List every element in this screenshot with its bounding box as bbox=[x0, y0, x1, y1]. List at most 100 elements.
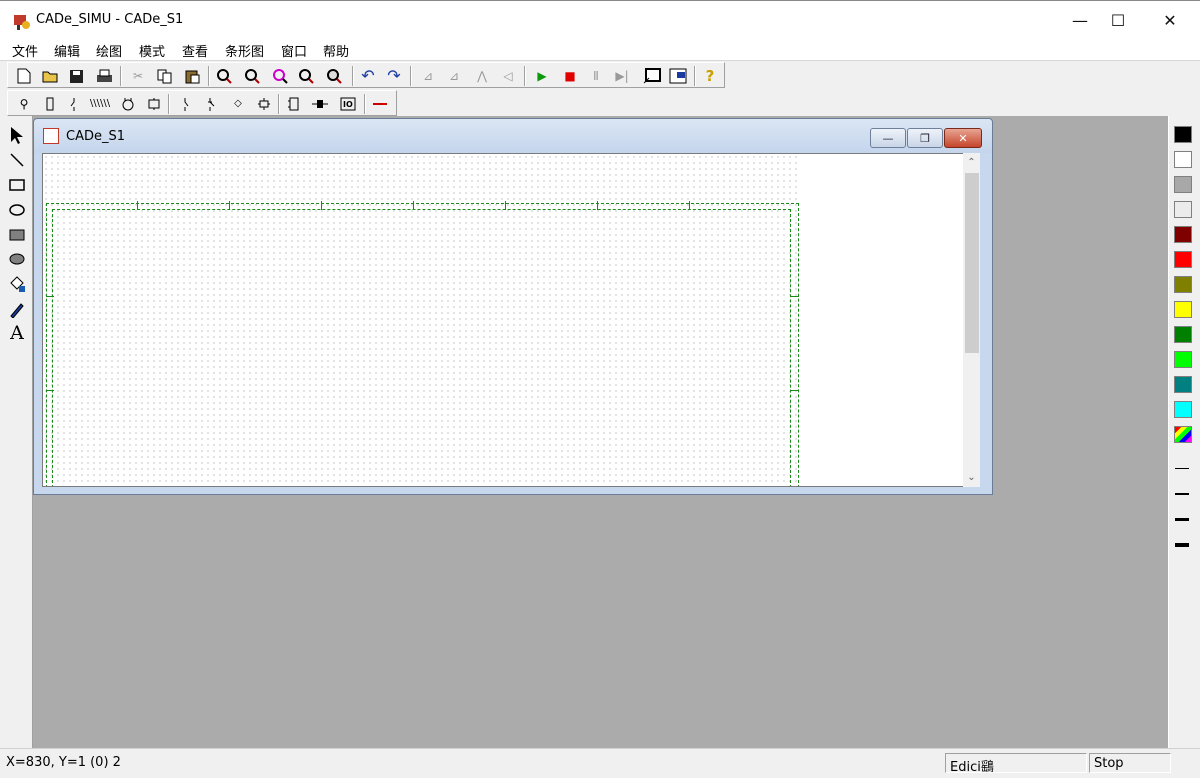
scrollbar-thumb[interactable] bbox=[965, 173, 979, 353]
menu-view[interactable]: 查看 bbox=[182, 41, 208, 60]
mirror-h-icon[interactable]: ⋀ bbox=[472, 66, 492, 86]
contact-icon[interactable] bbox=[64, 94, 84, 114]
vertical-scrollbar[interactable]: ⌃ ⌄ bbox=[963, 153, 980, 487]
minimize-button[interactable]: — bbox=[1060, 9, 1100, 33]
help-icon[interactable]: ? bbox=[700, 66, 720, 86]
color-swatch[interactable] bbox=[1174, 326, 1192, 343]
cut-icon[interactable]: ✂ bbox=[128, 66, 148, 86]
line-width-option[interactable] bbox=[1175, 468, 1189, 469]
color-swatch[interactable] bbox=[1174, 376, 1192, 393]
menu-bar-chart[interactable]: 条形图 bbox=[225, 41, 264, 60]
filled-ellipse-icon[interactable] bbox=[6, 248, 28, 270]
line-width-option[interactable] bbox=[1175, 543, 1189, 547]
pause-icon[interactable]: Ⅱ bbox=[586, 66, 606, 86]
color-swatch[interactable] bbox=[1174, 276, 1192, 293]
child-close-button[interactable]: ✕ bbox=[944, 128, 982, 148]
color-swatch[interactable] bbox=[1174, 351, 1192, 368]
plc-io-icon[interactable]: IO bbox=[338, 94, 358, 114]
color-swatch[interactable] bbox=[1174, 226, 1192, 243]
drawing-window-title: CADe_S1 bbox=[66, 129, 126, 144]
power-source-icon[interactable]: ⚲ bbox=[14, 94, 34, 114]
status-mode: Edici鷂 bbox=[945, 753, 1087, 773]
rotate-left-icon[interactable]: ⊿ bbox=[418, 66, 438, 86]
wire-icon[interactable] bbox=[370, 94, 390, 114]
custom-color-icon[interactable] bbox=[1174, 426, 1192, 443]
frame-column-mark bbox=[505, 201, 506, 210]
color-swatch[interactable] bbox=[1174, 151, 1192, 168]
menu-edit[interactable]: 编辑 bbox=[54, 41, 80, 60]
contact-nc-icon[interactable] bbox=[202, 94, 222, 114]
motor-icon[interactable] bbox=[118, 94, 138, 114]
zoom-in-icon[interactable] bbox=[214, 66, 234, 86]
status-coordinates: X=830, Y=1 (0) 2 bbox=[6, 755, 121, 770]
pan-icon[interactable] bbox=[324, 66, 344, 86]
menu-file[interactable]: 文件 bbox=[12, 41, 38, 60]
sheet-frame-inner bbox=[52, 209, 791, 486]
pointer-icon[interactable] bbox=[6, 124, 28, 146]
window-frame-icon[interactable] bbox=[642, 66, 662, 86]
fuse-icon[interactable] bbox=[40, 94, 60, 114]
step-icon[interactable]: ▶| bbox=[612, 66, 632, 86]
menu-mode[interactable]: 模式 bbox=[139, 41, 165, 60]
close-button[interactable]: ✕ bbox=[1150, 9, 1190, 33]
scroll-up-icon[interactable]: ⌃ bbox=[963, 154, 980, 171]
coil-icon[interactable] bbox=[310, 94, 330, 114]
menu-bar: 文件 编辑 绘图 模式 查看 条形图 窗口 帮助 bbox=[0, 38, 1200, 60]
new-file-icon[interactable] bbox=[14, 66, 34, 86]
line-icon[interactable] bbox=[6, 149, 28, 171]
menu-draw[interactable]: 绘图 bbox=[96, 41, 122, 60]
copy-icon[interactable] bbox=[154, 66, 174, 86]
fill-bucket-icon[interactable] bbox=[6, 273, 28, 295]
color-swatch[interactable] bbox=[1174, 251, 1192, 268]
diode-icon[interactable]: ◇ bbox=[228, 94, 248, 114]
document-icon bbox=[43, 128, 59, 144]
rectangle-icon[interactable] bbox=[6, 174, 28, 196]
scroll-down-icon[interactable]: ⌄ bbox=[963, 469, 980, 486]
child-restore-button[interactable]: ❐ bbox=[907, 128, 943, 148]
color-swatch[interactable] bbox=[1174, 176, 1192, 193]
line-width-option[interactable] bbox=[1175, 493, 1189, 495]
child-minimize-button[interactable]: — bbox=[870, 128, 906, 148]
components-toolbar: ⚲ \\\\\\ ◇ IO bbox=[7, 90, 397, 116]
zoom-out-icon[interactable] bbox=[242, 66, 262, 86]
open-folder-icon[interactable] bbox=[40, 66, 60, 86]
ellipse-icon[interactable] bbox=[6, 199, 28, 221]
drawing-canvas[interactable] bbox=[42, 153, 980, 487]
mirror-v-icon[interactable]: ◁ bbox=[498, 66, 518, 86]
relay-icon[interactable] bbox=[144, 94, 164, 114]
window-title: CADe_SIMU - CADe_S1 bbox=[36, 12, 184, 27]
drawing-window-title-bar[interactable]: CADe_S1 — ❐ ✕ bbox=[34, 119, 992, 153]
frame-column-mark bbox=[137, 201, 138, 210]
frame-row-mark bbox=[46, 296, 54, 297]
maximize-button[interactable]: ☐ bbox=[1098, 9, 1138, 33]
color-swatch[interactable] bbox=[1174, 201, 1192, 218]
line-width-option[interactable] bbox=[1175, 518, 1189, 521]
toolbar-area: ✂ ↶ ↷ ⊿ ⊿ ⋀ ◁ ▶ ■ Ⅱ ▶| ? ⚲ \\\\\\ ◇ IO bbox=[0, 60, 1200, 116]
color-swatch[interactable] bbox=[1174, 126, 1192, 143]
zoom-window-icon[interactable] bbox=[270, 66, 290, 86]
save-icon[interactable] bbox=[66, 66, 86, 86]
switch-icon[interactable]: \\\\\\ bbox=[90, 94, 110, 114]
print-icon[interactable] bbox=[94, 66, 114, 86]
color-swatch[interactable] bbox=[1174, 301, 1192, 318]
filled-rectangle-icon[interactable] bbox=[6, 224, 28, 246]
text-icon[interactable]: A bbox=[6, 322, 28, 344]
stop-icon[interactable]: ■ bbox=[560, 66, 580, 86]
terminal-icon[interactable] bbox=[284, 94, 304, 114]
app-title-bar[interactable]: CADe_SIMU - CADe_S1 — ☐ ✕ bbox=[0, 0, 1200, 38]
pen-icon[interactable] bbox=[6, 298, 28, 320]
run-icon[interactable]: ▶ bbox=[532, 66, 552, 86]
menu-help[interactable]: 帮助 bbox=[323, 41, 349, 60]
redo-icon[interactable]: ↷ bbox=[384, 66, 404, 86]
tile-windows-icon[interactable] bbox=[668, 66, 688, 86]
contact-no-icon[interactable] bbox=[176, 94, 196, 114]
paste-icon[interactable] bbox=[182, 66, 202, 86]
junction-icon[interactable] bbox=[254, 94, 274, 114]
rotate-right-icon[interactable]: ⊿ bbox=[444, 66, 464, 86]
undo-icon[interactable]: ↶ bbox=[358, 66, 378, 86]
zoom-fit-icon[interactable] bbox=[296, 66, 316, 86]
toolbar-separator bbox=[120, 66, 122, 86]
frame-column-mark bbox=[413, 201, 414, 210]
menu-window[interactable]: 窗口 bbox=[281, 41, 307, 60]
color-swatch[interactable] bbox=[1174, 401, 1192, 418]
